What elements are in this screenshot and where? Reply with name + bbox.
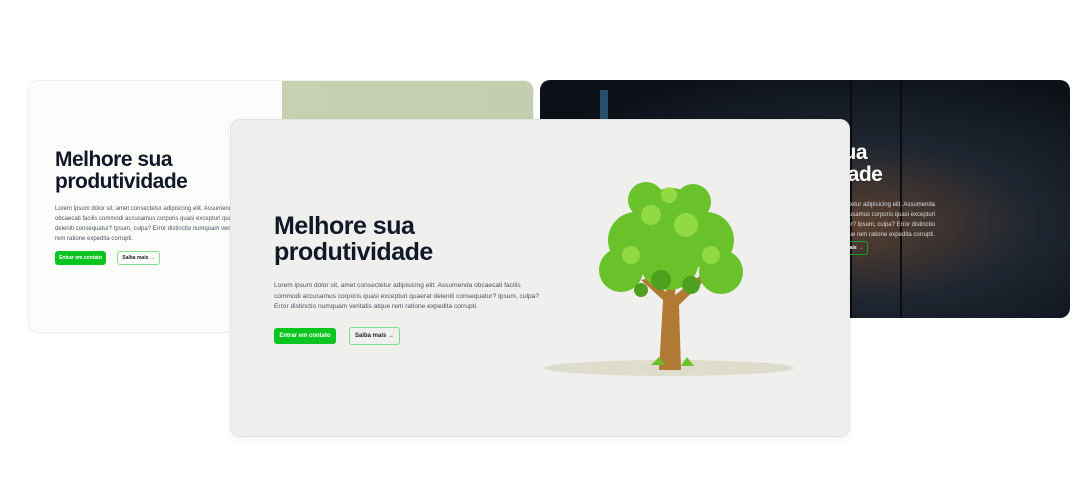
hero-variant-main: Melhore sua produtividade Lorem ipsum do…	[230, 119, 850, 437]
hero-title-line1: Melhore sua	[55, 148, 173, 171]
contact-button[interactable]: Entrar em contato	[55, 251, 106, 265]
learn-more-button[interactable]: Saiba mais →	[349, 327, 400, 345]
hero-title-line1: Melhore sua	[274, 212, 415, 240]
tree-illustration	[544, 182, 794, 376]
contact-button[interactable]: Entrar em contato	[274, 328, 336, 344]
learn-more-button[interactable]: Saiba mais →	[117, 251, 160, 265]
hero-title-line2: produtividade	[274, 238, 433, 266]
hero-body: Lorem ipsum dolor sit, amet consectetur …	[274, 282, 539, 310]
window-frame	[850, 80, 852, 318]
window-frame	[900, 80, 902, 318]
hero-title-line2: produtividade	[55, 170, 188, 193]
